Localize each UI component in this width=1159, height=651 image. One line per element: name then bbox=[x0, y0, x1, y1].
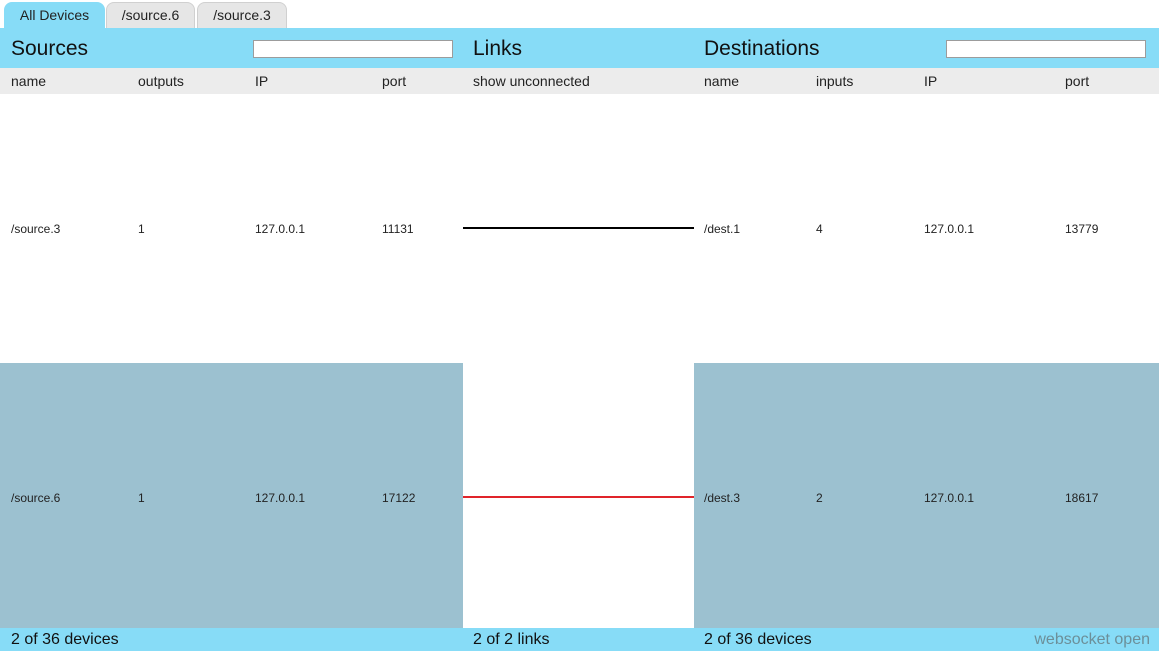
destination-port: 18617 bbox=[1065, 491, 1099, 505]
destination-row[interactable]: /dest.1 4 127.0.0.1 13779 bbox=[694, 94, 1159, 363]
source-port: 11131 bbox=[382, 222, 414, 236]
source-ip: 127.0.0.1 bbox=[255, 222, 306, 236]
source-outputs: 1 bbox=[138, 222, 145, 236]
source-row[interactable]: /source.3 1 127.0.0.1 11131 bbox=[0, 94, 463, 363]
destinations-search-input[interactable] bbox=[946, 40, 1146, 58]
panel-header: Sources Links Destinations bbox=[0, 28, 1159, 68]
destination-port: 13779 bbox=[1065, 222, 1099, 236]
destinations-col-port[interactable]: port bbox=[1065, 68, 1089, 94]
destination-ip: 127.0.0.1 bbox=[924, 491, 975, 505]
destination-row-selected[interactable]: /dest.3 2 127.0.0.1 18617 bbox=[694, 363, 1159, 628]
source-row-selected[interactable]: /source.6 1 127.0.0.1 17122 bbox=[0, 363, 463, 628]
destination-name: /dest.3 bbox=[704, 491, 741, 505]
sources-col-name[interactable]: name bbox=[11, 68, 46, 94]
source-port: 17122 bbox=[382, 491, 416, 505]
tab-all-devices[interactable]: All Devices bbox=[4, 2, 105, 28]
tab-bar: All Devices /source.6 /source.3 bbox=[0, 0, 1159, 28]
tab-source-3[interactable]: /source.3 bbox=[197, 2, 287, 28]
device-browser: All Devices /source.6 /source.3 Sources … bbox=[0, 0, 1159, 651]
show-unconnected-toggle[interactable]: show unconnected bbox=[473, 68, 590, 94]
sources-col-outputs[interactable]: outputs bbox=[138, 68, 184, 94]
links-count: 2 of 2 links bbox=[473, 631, 550, 648]
link-line[interactable] bbox=[463, 227, 694, 229]
source-outputs: 1 bbox=[138, 491, 145, 505]
destinations-title: Destinations bbox=[704, 37, 820, 60]
destinations-col-ip[interactable]: IP bbox=[924, 68, 937, 94]
destinations-col-name[interactable]: name bbox=[704, 68, 739, 94]
source-name: /source.6 bbox=[11, 491, 61, 505]
status-footer: 2 of 36 devices 2 of 2 links 2 of 36 dev… bbox=[0, 628, 1159, 651]
destination-name: /dest.1 bbox=[704, 222, 741, 236]
destination-ip: 127.0.0.1 bbox=[924, 222, 975, 236]
column-header-row: name outputs IP port show unconnected na… bbox=[0, 68, 1159, 94]
destinations-count: 2 of 36 devices bbox=[704, 631, 812, 648]
destination-inputs: 4 bbox=[816, 222, 823, 236]
destination-inputs: 2 bbox=[816, 491, 823, 505]
sources-count: 2 of 36 devices bbox=[11, 631, 119, 648]
tab-source-6[interactable]: /source.6 bbox=[106, 2, 195, 28]
sources-col-ip[interactable]: IP bbox=[255, 68, 268, 94]
sources-title: Sources bbox=[11, 37, 89, 60]
links-title: Links bbox=[473, 37, 523, 60]
destinations-col-inputs[interactable]: inputs bbox=[816, 68, 853, 94]
sources-col-port[interactable]: port bbox=[382, 68, 406, 94]
sources-search-input[interactable] bbox=[253, 40, 453, 58]
link-line-selected[interactable] bbox=[463, 496, 694, 498]
source-name: /source.3 bbox=[11, 222, 61, 236]
websocket-status: websocket open bbox=[1034, 631, 1150, 648]
source-ip: 127.0.0.1 bbox=[255, 491, 306, 505]
